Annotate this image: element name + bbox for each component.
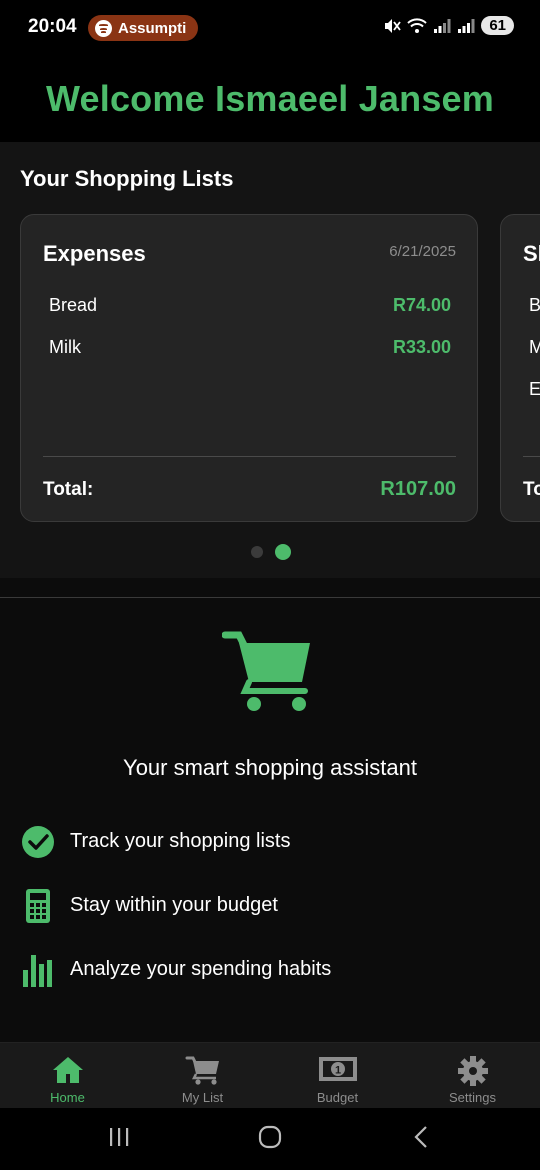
home-icon bbox=[52, 1057, 83, 1083]
tab-label: Budget bbox=[316, 1090, 359, 1105]
item-name: Eg bbox=[529, 379, 540, 399]
media-pill-text: Assumpti bbox=[118, 19, 187, 37]
feature-label: Track your shopping lists bbox=[70, 830, 291, 852]
media-pill[interactable]: Assumpti bbox=[88, 15, 198, 41]
svg-text:1: 1 bbox=[334, 1065, 340, 1077]
card-date: 6/21/2025 bbox=[389, 243, 456, 260]
money-icon: 1 bbox=[318, 1057, 357, 1081]
tab-label: Home bbox=[50, 1090, 85, 1105]
total-label: Total: bbox=[43, 479, 94, 500]
tab-budget[interactable]: 1 Budget bbox=[270, 1043, 405, 1109]
shopping-list-card[interactable]: Sl B M Eg To bbox=[500, 214, 540, 522]
pager-dot[interactable] bbox=[251, 546, 263, 558]
gear-icon bbox=[457, 1056, 488, 1086]
list-item: Bread R74.00 bbox=[49, 295, 451, 319]
calculator-icon bbox=[26, 889, 50, 923]
card-title: Sl bbox=[523, 241, 540, 266]
mute-icon bbox=[385, 18, 402, 33]
recents-icon[interactable] bbox=[108, 1124, 130, 1150]
signal-icon bbox=[458, 18, 475, 33]
status-time: 20:04 bbox=[28, 16, 77, 37]
card-divider bbox=[43, 456, 456, 457]
home-circle-icon[interactable] bbox=[257, 1124, 283, 1150]
item-name: Milk bbox=[49, 337, 81, 357]
carousel-pager bbox=[0, 543, 540, 560]
status-bar: 20:04 Assumpti 61 bbox=[0, 0, 540, 56]
item-price: R33.00 bbox=[392, 337, 451, 357]
total-label: To bbox=[523, 479, 540, 500]
system-nav-bar bbox=[0, 1108, 540, 1170]
welcome-title: Welcome Ismaeel Jansem bbox=[46, 78, 494, 119]
cart-icon bbox=[185, 1056, 219, 1085]
check-circle-icon bbox=[22, 826, 54, 858]
feature-label: Stay within your budget bbox=[70, 894, 278, 916]
tab-label: My List bbox=[181, 1090, 224, 1105]
back-icon[interactable] bbox=[410, 1124, 432, 1150]
shopping-list-card[interactable]: Expenses 6/21/2025 Bread R74.00 Milk R33… bbox=[20, 214, 478, 522]
pager-dot-active[interactable] bbox=[275, 544, 291, 560]
tab-label: Settings bbox=[449, 1090, 496, 1105]
feature-label: Analyze your spending habits bbox=[70, 958, 332, 980]
item-name: B bbox=[529, 295, 540, 315]
wifi-icon bbox=[407, 17, 428, 33]
bottom-tab-bar: Home My List 1 Budget Settings bbox=[0, 1042, 540, 1108]
list-item: Milk R33.00 bbox=[49, 337, 451, 361]
assistant-tagline: Your smart shopping assistant bbox=[123, 755, 417, 780]
tab-settings[interactable]: Settings bbox=[405, 1043, 540, 1109]
feature-item: Track your shopping lists bbox=[20, 824, 520, 860]
total-value: R107.00 bbox=[380, 478, 456, 500]
battery-level: 61 bbox=[481, 16, 514, 35]
status-icons: 61 bbox=[383, 16, 514, 35]
spotify-icon bbox=[95, 19, 112, 37]
section-divider bbox=[0, 597, 540, 598]
item-name: Bread bbox=[49, 295, 98, 315]
card-title: Expenses bbox=[43, 241, 146, 266]
card-divider bbox=[523, 456, 540, 457]
section-title: Your Shopping Lists bbox=[20, 166, 234, 191]
bar-chart-icon bbox=[23, 955, 52, 987]
app-header: Welcome Ismaeel Jansem bbox=[0, 56, 540, 142]
item-price: R74.00 bbox=[392, 295, 451, 315]
signal-icon bbox=[434, 18, 451, 33]
item-name: M bbox=[529, 337, 540, 357]
tab-my-list[interactable]: My List bbox=[135, 1043, 270, 1109]
tab-home[interactable]: Home bbox=[0, 1043, 135, 1109]
feature-item: Stay within your budget bbox=[20, 888, 520, 924]
feature-item: Analyze your spending habits bbox=[20, 952, 520, 988]
shopping-lists-section: Your Shopping Lists Expenses 6/21/2025 B… bbox=[0, 142, 540, 578]
shopping-cart-icon bbox=[222, 631, 310, 711]
